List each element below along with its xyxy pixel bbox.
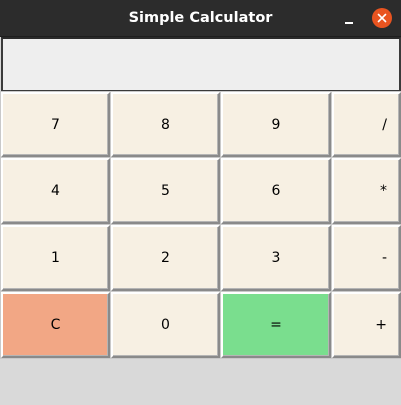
clear-button[interactable]: C xyxy=(1,292,110,358)
minimize-icon xyxy=(345,22,353,24)
close-button[interactable] xyxy=(372,8,392,28)
key-9[interactable]: 9 xyxy=(221,92,331,157)
minimize-button[interactable] xyxy=(340,12,358,26)
key-subtract[interactable]: - xyxy=(332,225,401,291)
close-icon xyxy=(377,13,387,23)
key-3[interactable]: 3 xyxy=(221,225,331,291)
calculator-window: Simple Calculator 7 8 9 / 4 5 6 * 1 2 3 … xyxy=(0,0,401,405)
title-bar[interactable]: Simple Calculator xyxy=(0,0,401,37)
key-divide[interactable]: / xyxy=(332,92,401,157)
key-4[interactable]: 4 xyxy=(1,158,110,224)
key-0[interactable]: 0 xyxy=(111,292,220,358)
key-multiply[interactable]: * xyxy=(332,158,401,224)
key-7[interactable]: 7 xyxy=(1,92,110,157)
key-1[interactable]: 1 xyxy=(1,225,110,291)
equals-button[interactable]: = xyxy=(221,292,331,358)
display-field[interactable] xyxy=(1,37,401,92)
key-5[interactable]: 5 xyxy=(111,158,220,224)
key-add[interactable]: + xyxy=(332,292,401,358)
key-6[interactable]: 6 xyxy=(221,158,331,224)
key-2[interactable]: 2 xyxy=(111,225,220,291)
key-8[interactable]: 8 xyxy=(111,92,220,157)
